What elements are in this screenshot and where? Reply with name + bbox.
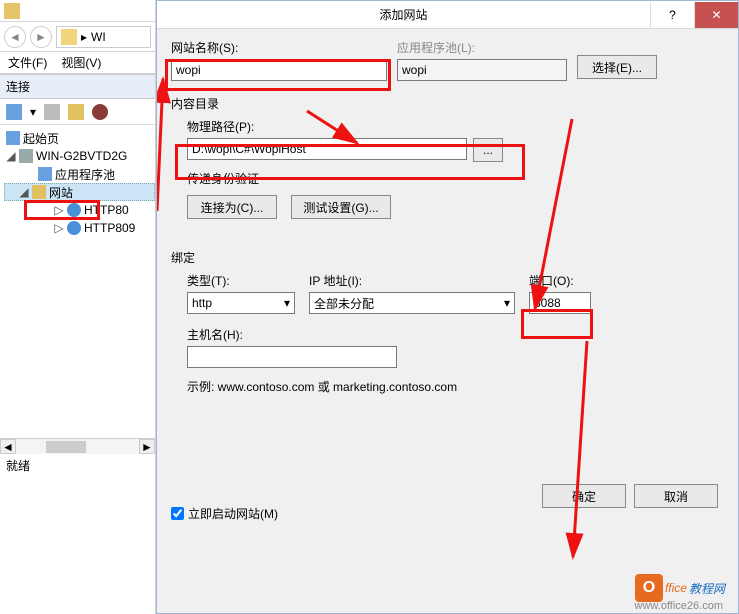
help-button[interactable]: ? [650, 2, 694, 28]
home-icon [6, 131, 20, 145]
passthrough-auth-label: 传递身份验证 [187, 170, 720, 187]
status-ready: 就绪 [6, 457, 30, 474]
dialog-titlebar: 添加网站 ? ✕ [157, 1, 738, 29]
tree-server[interactable]: ◢ WIN-G2BVTD2G [4, 147, 155, 165]
globe-icon [67, 203, 81, 217]
explorer-titlebar [0, 0, 155, 22]
port-label: 端口(O): [529, 272, 591, 289]
iis-manager-panel: ◄ ► ▸ WI 文件(F) 视图(V) 连接 ▾ 起始页 ◢ WIN-G2BV… [0, 0, 156, 614]
host-example-text: 示例: www.contoso.com 或 marketing.contoso.… [187, 378, 720, 395]
breadcrumb-sep: ▸ [81, 30, 87, 44]
host-name-label: 主机名(H): [187, 326, 720, 343]
connections-header: 连接 [0, 74, 155, 99]
server-icon [19, 149, 33, 163]
binding-label: 绑定 [171, 249, 720, 266]
refresh-icon[interactable] [6, 104, 22, 120]
watermark-logo-icon: O [635, 574, 663, 602]
physical-path-label: 物理路径(P): [187, 118, 720, 135]
site-name-label: 网站名称(S): [171, 39, 387, 56]
start-site-checkbox[interactable] [171, 507, 184, 520]
horizontal-scrollbar[interactable]: ◄ ► [0, 438, 155, 454]
stop-icon[interactable] [92, 104, 108, 120]
dialog-title: 添加网站 [157, 6, 650, 23]
site-name-input[interactable] [171, 59, 387, 81]
dialog-body: 网站名称(S): 应用程序池(L): 选择(E)... 内容目录 物理路径(P)… [157, 29, 738, 522]
content-dir-label: 内容目录 [171, 95, 720, 112]
ip-address-label: IP 地址(I): [309, 272, 515, 289]
connections-tree: 起始页 ◢ WIN-G2BVTD2G 应用程序池 ◢ 网站 ▷ HTTP80 ▷… [0, 125, 155, 241]
address-bar: ◄ ► ▸ WI [0, 22, 155, 52]
iis-app-icon [4, 3, 20, 19]
menu-file[interactable]: 文件(F) [8, 54, 47, 71]
physical-path-input[interactable] [187, 138, 467, 160]
expander-icon[interactable]: ◢ [19, 185, 29, 199]
nav-back-button[interactable]: ◄ [4, 26, 26, 48]
watermark: O ffice 教程网 [635, 574, 725, 602]
scroll-track[interactable] [16, 439, 139, 454]
menu-bar: 文件(F) 视图(V) [0, 52, 155, 74]
scroll-thumb[interactable] [46, 441, 86, 453]
ip-address-select[interactable]: 全部未分配▾ [309, 292, 515, 314]
type-label: 类型(T): [187, 272, 295, 289]
expander-icon[interactable]: ▷ [54, 221, 64, 235]
tree-app-pools[interactable]: 应用程序池 [4, 165, 155, 183]
app-pool-input[interactable] [397, 59, 567, 81]
close-button[interactable]: ✕ [694, 2, 738, 28]
connect-icon[interactable] [68, 104, 84, 120]
chevron-down-icon: ▾ [504, 296, 510, 310]
address-box[interactable]: ▸ WI [56, 26, 151, 48]
nav-forward-button[interactable]: ► [30, 26, 52, 48]
cancel-button[interactable]: 取消 [634, 484, 718, 508]
select-app-pool-button[interactable]: 选择(E)... [577, 55, 657, 79]
tree-sites[interactable]: ◢ 网站 [4, 183, 155, 201]
save-icon[interactable] [44, 104, 60, 120]
browse-path-button[interactable]: ... [473, 138, 503, 162]
tree-site-2[interactable]: ▷ HTTP809 [4, 219, 155, 237]
breadcrumb-text: WI [91, 30, 106, 44]
expander-icon[interactable]: ◢ [6, 149, 16, 163]
app-pool-label: 应用程序池(L): [397, 39, 567, 56]
watermark-url: www.office26.com [635, 600, 723, 612]
tree-start-page[interactable]: 起始页 [4, 129, 155, 147]
expander-icon[interactable]: ▷ [54, 203, 64, 217]
toolbar-sep: ▾ [30, 105, 36, 119]
apppool-icon [38, 167, 52, 181]
add-website-dialog: 添加网站 ? ✕ 网站名称(S): 应用程序池(L): 选择(E)... 内容目… [156, 0, 739, 614]
test-settings-button[interactable]: 测试设置(G)... [291, 195, 391, 219]
type-select[interactable]: http▾ [187, 292, 295, 314]
globe-icon [67, 221, 81, 235]
folder-icon [61, 29, 77, 45]
host-name-input[interactable] [187, 346, 397, 368]
start-site-label: 立即启动网站(M) [188, 505, 278, 522]
tree-site-1[interactable]: ▷ HTTP80 [4, 201, 155, 219]
chevron-down-icon: ▾ [284, 296, 290, 310]
connect-as-button[interactable]: 连接为(C)... [187, 195, 277, 219]
sites-folder-icon [32, 185, 46, 199]
connections-toolbar: ▾ [0, 99, 155, 125]
scroll-right-arrow[interactable]: ► [139, 439, 155, 454]
port-input[interactable] [529, 292, 591, 314]
menu-view[interactable]: 视图(V) [61, 54, 101, 71]
scroll-left-arrow[interactable]: ◄ [0, 439, 16, 454]
ok-button[interactable]: 确定 [542, 484, 626, 508]
